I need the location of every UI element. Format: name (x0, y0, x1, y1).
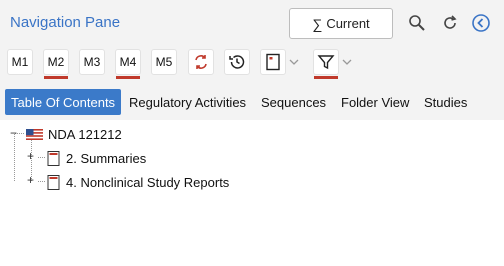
tree-item-label: 4. Nonclinical Study Reports (66, 174, 230, 190)
history-icon (229, 55, 245, 69)
refresh-icon[interactable] (439, 12, 461, 34)
document-view-dropdown-icon[interactable] (289, 54, 299, 70)
tree-root-label: NDA 121212 (48, 126, 122, 142)
us-flag-icon (26, 128, 43, 140)
navigation-pane: Navigation Pane ∑ Current M1 M2 M3 M4 M5 (0, 0, 504, 266)
sync-icon (195, 55, 207, 69)
document-icon (47, 174, 60, 190)
tree-item-nonclinical-study-reports[interactable]: 4. Nonclinical Study Reports (47, 172, 229, 192)
tab-regulatory-activities[interactable]: Regulatory Activities (123, 89, 252, 115)
module-m3-button[interactable]: M3 (79, 49, 105, 75)
filter-button[interactable] (313, 49, 339, 79)
toc-tree: − NDA 121212 + 2. Summaries + 4. Nonclin… (0, 120, 504, 266)
tree-root-row[interactable]: NDA 121212 (26, 124, 122, 144)
expand-toggle-icon[interactable]: + (27, 174, 36, 186)
collapse-pane-icon[interactable] (470, 12, 492, 34)
collapse-toggle-icon[interactable]: − (10, 127, 19, 139)
history-button[interactable] (224, 49, 250, 75)
pane-header: Navigation Pane ∑ Current (0, 0, 504, 44)
expand-toggle-icon[interactable]: + (27, 150, 36, 162)
current-button[interactable]: ∑ Current (289, 8, 393, 39)
tab-sequences[interactable]: Sequences (255, 89, 332, 115)
document-icon (266, 53, 280, 71)
view-tabs: Table Of Contents Regulatory Activities … (0, 82, 504, 120)
filter-dropdown-icon[interactable] (342, 54, 352, 70)
document-icon (47, 150, 60, 166)
module-toolbar: M1 M2 M3 M4 M5 (0, 44, 504, 82)
filter-icon (317, 55, 335, 70)
module-m2-button[interactable]: M2 (43, 49, 69, 79)
document-view-button[interactable] (260, 49, 286, 75)
module-m1-button[interactable]: M1 (7, 49, 33, 75)
current-label: Current (326, 16, 370, 31)
module-m5-button[interactable]: M5 (151, 49, 177, 75)
tree-item-label: 2. Summaries (66, 150, 147, 166)
tab-studies[interactable]: Studies (418, 89, 473, 115)
module-m4-button[interactable]: M4 (115, 49, 141, 79)
sigma-icon: ∑ (312, 15, 323, 32)
pane-title: Navigation Pane (10, 14, 121, 31)
tab-table-of-contents[interactable]: Table Of Contents (5, 89, 122, 115)
tree-item-summaries[interactable]: 2. Summaries (47, 148, 146, 168)
sync-button[interactable] (188, 49, 214, 75)
tab-folder-view[interactable]: Folder View (335, 89, 415, 115)
search-icon[interactable] (406, 12, 428, 34)
